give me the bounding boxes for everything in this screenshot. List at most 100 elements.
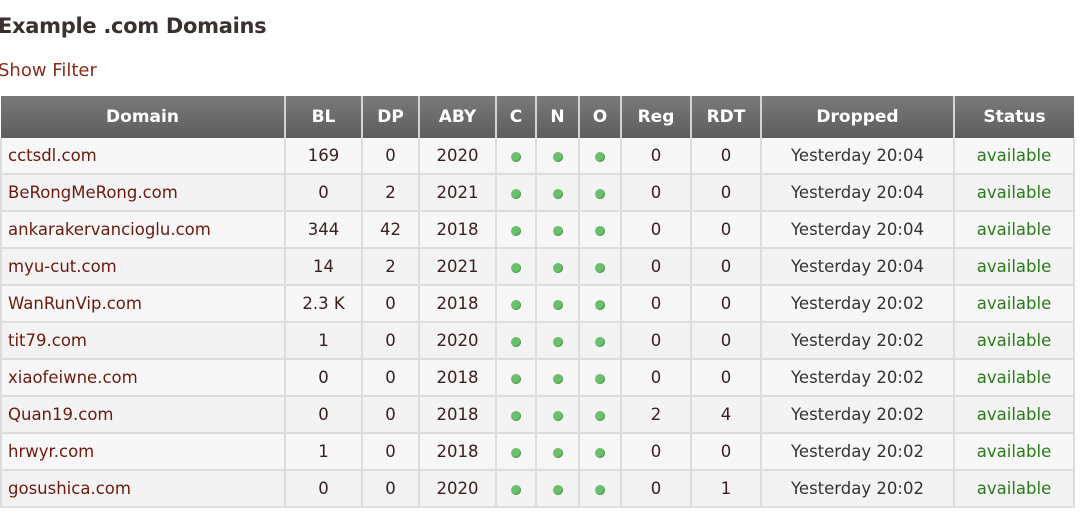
check-icon [595,225,605,236]
dropped-cell: Yesterday 20:02 [760,359,955,397]
status-cell: available [953,211,1075,249]
check-icon [552,188,563,199]
domain-link[interactable]: xiaofeiwne.com [8,368,138,387]
column-header-rdt[interactable]: RDT [691,96,762,138]
column-header-dropped[interactable]: Dropped [761,96,955,138]
rdt-cell: 0 [690,322,762,360]
aby-cell: 2018 [418,359,497,397]
aby-cell: 2021 [418,248,497,286]
rdt-cell: 0 [690,211,762,249]
check-icon [511,299,521,310]
dp-cell: 0 [361,138,420,175]
domain-cell: ankarakervancioglu.com [0,211,286,249]
check-icon [595,188,605,199]
table-row: WanRunVip.com 2.3 K 0 2018 0 0 Yesterday 20:02… [0,285,1075,323]
n-cell [535,359,580,397]
check-icon [595,336,605,347]
o-cell [578,285,622,323]
c-cell [495,359,537,397]
aby-cell: 2021 [418,174,497,212]
rdt-cell: 0 [690,285,762,323]
column-header-bl[interactable]: BL [285,96,363,138]
n-cell [535,433,580,471]
dropped-cell: Yesterday 20:04 [760,174,955,212]
n-cell [535,174,580,212]
table-row: hrwyr.com 1 0 2018 0 0 Yesterday 20:02 availabl… [0,433,1075,471]
domain-cell: myu-cut.com [0,248,286,286]
dropped-cell: Yesterday 20:02 [760,433,955,471]
domain-link[interactable]: tit79.com [8,331,87,350]
status-cell: available [953,285,1075,323]
rdt-cell: 0 [690,359,762,397]
column-header-dp[interactable]: DP [362,96,420,138]
check-icon [511,151,521,162]
status-cell: available [953,138,1075,175]
column-header-domain[interactable]: Domain [1,96,286,138]
c-cell [495,396,537,434]
status-cell: available [953,396,1075,434]
reg-cell: 0 [620,138,692,175]
column-header-status[interactable]: Status [954,96,1074,138]
c-cell [495,248,537,286]
domain-cell: gosushica.com [0,470,286,508]
dropped-cell: Yesterday 20:02 [760,322,955,360]
column-header-n[interactable]: N [536,96,580,138]
status-cell: available [953,174,1075,212]
n-cell [535,285,580,323]
domain-link[interactable]: WanRunVip.com [8,294,142,313]
o-cell [578,396,622,434]
reg-cell: 2 [620,396,692,434]
check-icon [595,151,605,162]
table-row: Quan19.com 0 0 2018 2 4 Yesterday 20:02 availab… [0,396,1075,434]
check-icon [511,447,521,458]
dropped-cell: Yesterday 20:02 [760,470,955,508]
reg-cell: 0 [620,285,692,323]
rdt-cell: 0 [690,138,762,175]
dp-cell: 2 [361,248,420,286]
bl-cell: 0 [284,396,363,434]
domain-cell: hrwyr.com [0,433,286,471]
dp-cell: 0 [361,359,420,397]
reg-cell: 0 [620,248,692,286]
column-header-o[interactable]: O [579,96,622,138]
domain-link[interactable]: ankarakervancioglu.com [8,220,211,239]
domain-link[interactable]: Quan19.com [8,405,114,424]
check-icon [511,188,521,199]
check-icon [552,447,563,458]
domain-cell: tit79.com [0,322,286,360]
check-icon [595,299,605,310]
check-icon [552,262,563,273]
status-cell: available [953,433,1075,471]
table-row: tit79.com 1 0 2020 0 0 Yesterday 20:02 availabl… [0,322,1075,360]
bl-cell: 14 [284,248,363,286]
column-header-reg[interactable]: Reg [621,96,692,138]
dropped-cell: Yesterday 20:02 [760,396,955,434]
domain-link[interactable]: BeRongMeRong.com [8,183,178,202]
dp-cell: 0 [361,396,420,434]
show-filter-link[interactable]: Show Filter [0,60,97,81]
column-header-c[interactable]: C [496,96,537,138]
check-icon [511,336,521,347]
dp-cell: 0 [361,285,420,323]
n-cell [535,211,580,249]
bl-cell: 344 [284,211,363,249]
check-icon [552,225,563,236]
rdt-cell: 1 [690,470,762,508]
domain-link[interactable]: hrwyr.com [8,442,94,461]
domain-link[interactable]: myu-cut.com [8,257,117,276]
domain-link[interactable]: cctsdl.com [8,146,97,165]
reg-cell: 0 [620,359,692,397]
bl-cell: 0 [284,359,363,397]
check-icon [552,410,563,421]
aby-cell: 2018 [418,433,497,471]
domain-link[interactable]: gosushica.com [8,479,131,498]
domain-cell: Quan19.com [0,396,286,434]
rdt-cell: 0 [690,248,762,286]
header-row: Domain BL DP ABY C N O Reg RDT Dropped Status [1,96,1074,138]
domain-cell: WanRunVip.com [0,285,286,323]
n-cell [535,248,580,286]
column-header-aby[interactable]: ABY [419,96,497,138]
c-cell [495,433,537,471]
c-cell [495,174,537,212]
page-title: Example .com Domains [0,14,267,38]
